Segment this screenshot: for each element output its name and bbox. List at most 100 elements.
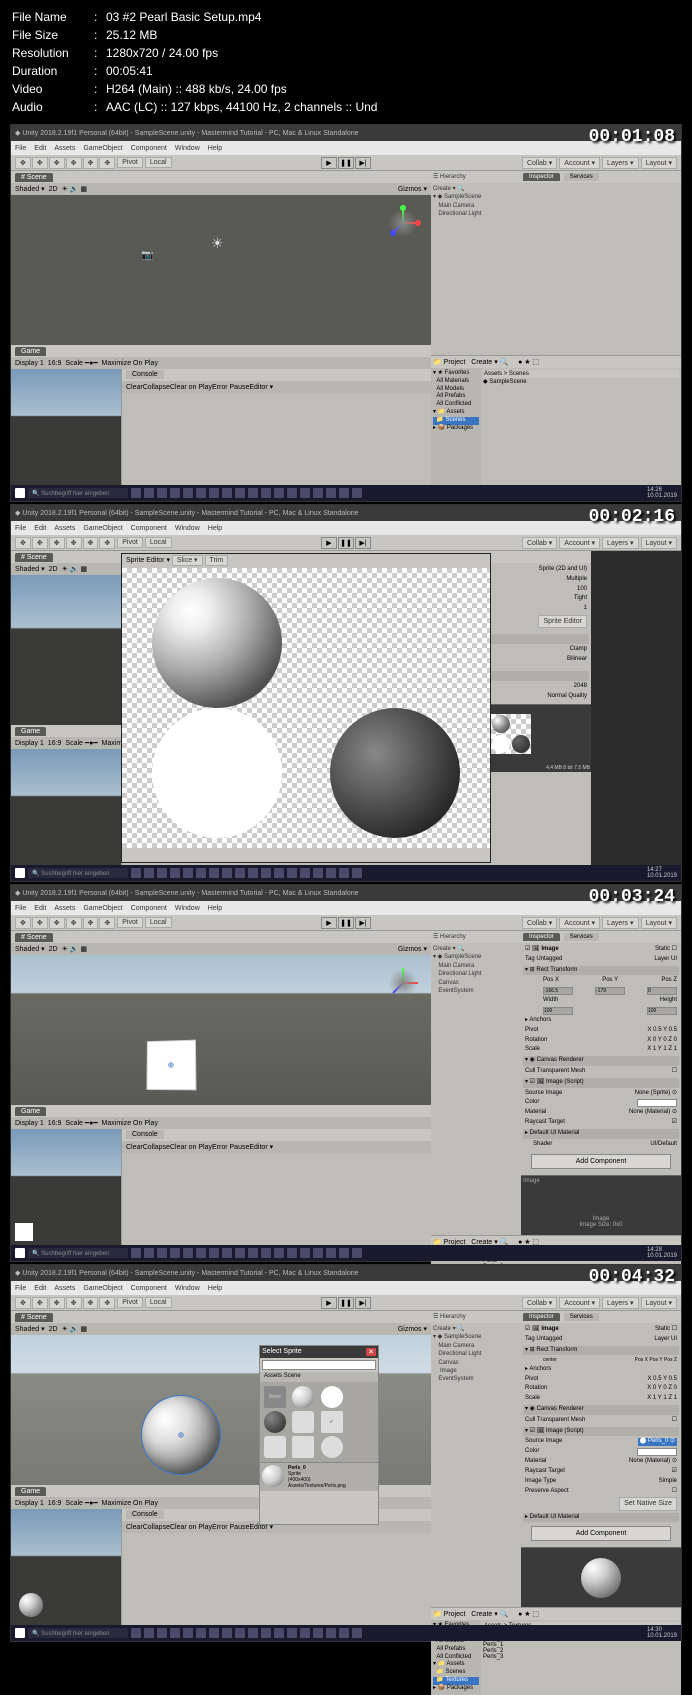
menu-window[interactable]: Window bbox=[175, 145, 200, 152]
menu-assets[interactable]: Assets bbox=[54, 905, 75, 912]
color-field[interactable] bbox=[637, 1448, 677, 1456]
taskbar-clock[interactable]: 14:2610.01.2019 bbox=[647, 487, 677, 499]
scene-view[interactable]: ⊕ bbox=[11, 955, 431, 1105]
layout-dropdown[interactable]: Layout ▾ bbox=[641, 917, 677, 929]
inspector-tab[interactable]: Inspector bbox=[523, 933, 560, 941]
pivot-toggle[interactable]: Pivot bbox=[117, 1297, 143, 1308]
taskbar-app-icon[interactable] bbox=[170, 868, 180, 878]
console-tab[interactable]: Console bbox=[126, 1510, 164, 1519]
taskbar-app-icon[interactable] bbox=[261, 868, 271, 878]
pearl-dark[interactable] bbox=[330, 708, 460, 838]
sprite-background[interactable] bbox=[292, 1411, 314, 1433]
tool-move[interactable]: ✥ bbox=[32, 157, 48, 169]
tool-rect[interactable]: ✥ bbox=[83, 1297, 99, 1309]
pivot-toggle[interactable]: Pivot bbox=[117, 917, 143, 928]
taskbar-app-icon[interactable] bbox=[131, 868, 141, 878]
taskbar-app-icon[interactable] bbox=[157, 488, 167, 498]
taskbar-app-icon[interactable] bbox=[248, 868, 258, 878]
taskbar-app-icon[interactable] bbox=[196, 1248, 206, 1258]
pivot-toggle[interactable]: Pivot bbox=[117, 157, 143, 168]
gizmos-dropdown[interactable]: Gizmos ▾ bbox=[398, 945, 427, 953]
clear-button[interactable]: Clear bbox=[126, 1524, 143, 1531]
services-tab[interactable]: Services bbox=[564, 933, 599, 941]
tool-hand[interactable]: ✥ bbox=[15, 537, 31, 549]
layer-dropdown[interactable]: UI bbox=[671, 956, 677, 962]
tag-dropdown[interactable]: Untagged bbox=[536, 956, 562, 962]
favorite-item[interactable]: All Prefabs bbox=[433, 393, 479, 401]
pause-button[interactable]: ❚❚ bbox=[338, 537, 354, 549]
tool-rotate[interactable]: ✥ bbox=[49, 1297, 65, 1309]
object-name[interactable]: Image bbox=[541, 946, 558, 952]
taskbar-app-icon[interactable] bbox=[170, 1628, 180, 1638]
asset-item[interactable]: Perls_3 bbox=[483, 1654, 679, 1660]
play-button[interactable]: ▶ bbox=[321, 1297, 337, 1309]
shaded-dropdown[interactable]: Shaded ▾ bbox=[15, 185, 45, 193]
inspector-tab[interactable]: Inspector bbox=[523, 173, 560, 181]
taskbar-app-icon[interactable] bbox=[261, 1248, 271, 1258]
game-tab[interactable]: Game bbox=[15, 727, 46, 736]
trim-button[interactable]: Trim bbox=[205, 555, 229, 566]
scene-root[interactable]: ▾ ◆ SampleScene bbox=[433, 953, 519, 961]
sprite-item[interactable] bbox=[292, 1436, 314, 1458]
hierarchy-item[interactable]: Main Camera bbox=[433, 202, 519, 210]
services-tab[interactable]: Services bbox=[564, 173, 599, 181]
error-pause-toggle[interactable]: Error Pause bbox=[212, 384, 249, 391]
menu-window[interactable]: Window bbox=[175, 525, 200, 532]
local-toggle[interactable]: Local bbox=[145, 537, 172, 548]
taskbar-app-icon[interactable] bbox=[274, 868, 284, 878]
taskbar-app-icon[interactable] bbox=[313, 1628, 323, 1638]
color-field[interactable] bbox=[637, 1099, 677, 1107]
scene-tab[interactable]: # Scene bbox=[15, 553, 53, 562]
close-icon[interactable]: ✕ bbox=[366, 1348, 376, 1356]
taskbar-app-icon[interactable] bbox=[196, 1628, 206, 1638]
taskbar-app-icon[interactable] bbox=[248, 1628, 258, 1638]
display-dropdown[interactable]: Display 1 bbox=[15, 1500, 44, 1507]
gizmos-dropdown[interactable]: Gizmos ▾ bbox=[398, 185, 427, 193]
create-dropdown[interactable]: Create ▾ 🔍 bbox=[433, 1325, 519, 1333]
taskbar-app-icon[interactable] bbox=[209, 488, 219, 498]
layout-dropdown[interactable]: Layout ▾ bbox=[641, 1297, 677, 1309]
hierarchy-item[interactable]: Canvas bbox=[433, 979, 519, 987]
sprite-editor-tab[interactable]: Sprite Editor ▾ bbox=[126, 557, 170, 564]
taskbar-clock[interactable]: 14:3010.01.2019 bbox=[647, 1627, 677, 1639]
tool-rotate[interactable]: ✥ bbox=[49, 157, 65, 169]
create-dropdown[interactable]: Create ▾ 🔍 bbox=[433, 945, 519, 953]
taskbar-app-icon[interactable] bbox=[287, 1248, 297, 1258]
taskbar-app-icon[interactable] bbox=[183, 488, 193, 498]
taskbar-app-icon[interactable] bbox=[183, 868, 193, 878]
compression[interactable]: Normal Quality bbox=[547, 693, 587, 701]
taskbar-app-icon[interactable] bbox=[131, 1248, 141, 1258]
hierarchy-item[interactable]: Directional Light bbox=[433, 1350, 519, 1358]
taskbar-app-icon[interactable] bbox=[209, 1628, 219, 1638]
clear-on-play-toggle[interactable]: Clear on Play bbox=[170, 1144, 212, 1151]
wrap-mode[interactable]: Clamp bbox=[570, 646, 587, 654]
services-tab[interactable]: Services bbox=[564, 1313, 599, 1321]
menu-assets[interactable]: Assets bbox=[54, 525, 75, 532]
taskbar-app-icon[interactable] bbox=[222, 488, 232, 498]
layers-dropdown[interactable]: Layers ▾ bbox=[602, 537, 638, 549]
tool-scale[interactable]: ✥ bbox=[66, 917, 82, 929]
pearl-white[interactable] bbox=[152, 708, 282, 838]
taskbar-app-icon[interactable] bbox=[157, 1628, 167, 1638]
menu-assets[interactable]: Assets bbox=[54, 145, 75, 152]
sprite-item[interactable] bbox=[264, 1436, 286, 1458]
mesh-type-value[interactable]: Tight bbox=[574, 595, 587, 603]
slice-button[interactable]: Slice ▾ bbox=[172, 555, 203, 566]
taskbar-app-icon[interactable] bbox=[339, 1248, 349, 1258]
tool-transform[interactable]: ✥ bbox=[99, 537, 115, 549]
shaded-dropdown[interactable]: Shaded ▾ bbox=[15, 565, 45, 573]
account-dropdown[interactable]: Account ▾ bbox=[559, 537, 600, 549]
aspect-dropdown[interactable]: 16:9 bbox=[48, 1120, 62, 1127]
taskbar-app-icon[interactable] bbox=[313, 1248, 323, 1258]
taskbar-app-icon[interactable] bbox=[287, 868, 297, 878]
taskbar-app-icon[interactable] bbox=[313, 488, 323, 498]
favorite-item[interactable]: All Models bbox=[433, 386, 479, 394]
menu-component[interactable]: Component bbox=[131, 1285, 167, 1292]
taskbar-app-icon[interactable] bbox=[248, 1248, 258, 1258]
hierarchy-item[interactable]: Canvas bbox=[433, 1359, 519, 1367]
tool-rotate[interactable]: ✥ bbox=[49, 537, 65, 549]
console-tab[interactable]: Console bbox=[126, 370, 164, 379]
menu-component[interactable]: Component bbox=[131, 905, 167, 912]
maximize-toggle[interactable]: Maximize On Play bbox=[102, 360, 158, 367]
assets-tab[interactable]: Assets bbox=[264, 1373, 282, 1379]
